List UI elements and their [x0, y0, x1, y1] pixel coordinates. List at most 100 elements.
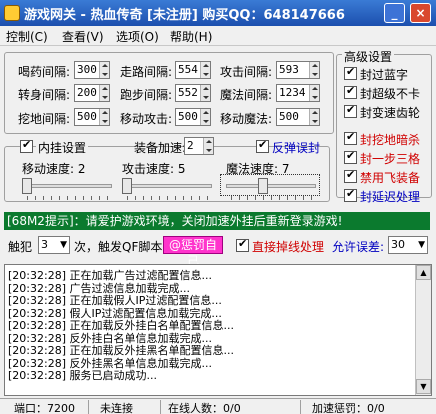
title-bar: 游戏网关 - 热血传奇 [未注册] 购买QQ：648147666 _ × — [0, 0, 436, 26]
anti-miss-checkbox[interactable] — [256, 138, 269, 153]
tolerance-select[interactable]: 30 ▼ — [388, 236, 428, 254]
gear-speed-input[interactable]: 2 — [184, 137, 214, 155]
advanced-checkbox-0[interactable] — [344, 65, 357, 80]
advanced-checkbox-5[interactable] — [344, 168, 357, 183]
move-speed-ticks — [22, 196, 112, 200]
log-scrollbar[interactable]: ▲ ▼ — [415, 265, 431, 395]
advanced-checkbox-4[interactable] — [344, 149, 357, 164]
slider-tick — [183, 196, 184, 200]
move-speed-label: 移动速度: 2 — [22, 162, 86, 176]
log-box[interactable]: [20:32:28] 正在加载广告过滤配置信息... [20:32:28] 广告过… — [4, 264, 432, 396]
advanced-checkbox-1[interactable] — [344, 84, 357, 99]
slider-tick — [295, 196, 296, 200]
magic-speed-slider[interactable] — [258, 178, 268, 194]
advanced-label-6: 封延迟处理 — [360, 190, 421, 204]
script-button[interactable]: @惩罚自己 — [163, 236, 223, 268]
move-attack-label: 移动攻击: — [120, 112, 173, 126]
slider-tick — [263, 196, 264, 200]
scroll-down-icon[interactable]: ▼ — [416, 379, 431, 394]
drop-checkbox[interactable] — [236, 237, 249, 252]
slider-tick — [107, 196, 108, 200]
slider-tick — [159, 196, 160, 200]
move-speed-slider[interactable] — [22, 178, 32, 194]
drink-interval-input[interactable]: 300 — [74, 61, 110, 79]
menu-bar: 控制(C) 查看(V) 选项(O) 帮助(H) — [0, 26, 436, 46]
walk-interval-input[interactable]: 554 — [175, 61, 211, 79]
slider-tick — [279, 196, 280, 200]
menu-options[interactable]: 选项(O) — [116, 28, 159, 45]
trigger-count-select[interactable]: 3 ▼ — [38, 236, 70, 254]
slider-tick — [175, 196, 176, 200]
move-magic-input[interactable]: 500 — [276, 108, 320, 126]
slider-tick — [83, 196, 84, 200]
attack-speed-label: 攻击速度: 5 — [122, 162, 186, 176]
slider-tick — [167, 196, 168, 200]
slider-tick — [75, 196, 76, 200]
magic-speed-track — [226, 184, 316, 188]
advanced-label-4: 封一步三格 — [360, 152, 421, 166]
slider-tick — [247, 196, 248, 200]
attack-speed-track — [122, 184, 212, 188]
advanced-label-5: 禁用飞装备 — [360, 171, 421, 185]
move-magic-label: 移动魔法: — [220, 112, 273, 126]
slider-tick — [287, 196, 288, 200]
window-title: 游戏网关 - 热血传奇 [未注册] 购买QQ：648147666 — [24, 8, 345, 23]
turn-interval-label: 转身间隔: — [18, 88, 71, 102]
slider-tick — [303, 196, 304, 200]
log-line: [20:32:28] 服务已启动成功... — [8, 369, 157, 382]
scroll-up-icon[interactable]: ▲ — [416, 265, 431, 280]
slider-tick — [43, 196, 44, 200]
minimize-button[interactable]: _ — [384, 3, 405, 23]
slider-tick — [35, 196, 36, 200]
run-interval-label: 跑步间隔: — [120, 88, 173, 102]
status-bar: 端口：7200 未连接 在线人数：0/0 加速惩罚：0/0 — [0, 398, 436, 414]
advanced-label-3: 封挖地暗杀 — [360, 133, 421, 147]
advanced-checkbox-2[interactable] — [344, 103, 357, 118]
slider-tick — [99, 196, 100, 200]
tolerance-label: 允许误差: — [332, 240, 385, 254]
menu-control[interactable]: 控制(C) — [6, 28, 48, 45]
notice-bar: [68M2提示]：请爱护游戏环境，关闭加速外挂后重新登录游戏! — [4, 212, 430, 230]
attack-interval-label: 攻击间隔: — [220, 65, 273, 79]
dig-interval-label: 挖地间隔: — [18, 112, 71, 126]
slider-tick — [151, 196, 152, 200]
slider-tick — [271, 196, 272, 200]
magic-interval-input[interactable]: 1234 — [276, 84, 320, 102]
advanced-label-2: 封变速齿轮 — [360, 106, 421, 120]
menu-help[interactable]: 帮助(H) — [170, 28, 212, 45]
magic-interval-label: 魔法间隔: — [220, 88, 273, 102]
status-penalty: 加速惩罚：0/0 — [312, 402, 385, 414]
attack-interval-input[interactable]: 593 — [276, 61, 320, 79]
slider-tick — [91, 196, 92, 200]
magic-speed-ticks — [226, 196, 316, 200]
menu-view[interactable]: 查看(V) — [62, 28, 104, 45]
app-icon — [4, 5, 20, 21]
slider-tick — [135, 196, 136, 200]
dig-interval-input[interactable]: 500 — [74, 108, 110, 126]
close-button[interactable]: × — [410, 3, 431, 23]
slider-tick — [51, 196, 52, 200]
attack-speed-slider[interactable] — [122, 178, 132, 194]
slider-tick — [231, 196, 232, 200]
advanced-checkbox-6[interactable] — [344, 187, 357, 202]
drop-label: 直接掉线处理 — [252, 240, 325, 254]
move-attack-input[interactable]: 500 — [175, 108, 211, 126]
slider-tick — [255, 196, 256, 200]
slider-tick — [59, 196, 60, 200]
drink-interval-label: 喝药间隔: — [18, 65, 71, 79]
plugin-checkbox[interactable] — [20, 138, 33, 153]
slider-tick — [207, 196, 208, 200]
advanced-legend: 高级设置 — [342, 48, 395, 65]
slider-tick — [27, 196, 28, 200]
slider-tick — [67, 196, 68, 200]
advanced-checkbox-3[interactable] — [344, 130, 357, 145]
attack-speed-ticks — [122, 196, 212, 200]
run-interval-input[interactable]: 552 — [175, 84, 211, 102]
turn-interval-input[interactable]: 200 — [74, 84, 110, 102]
slider-tick — [127, 196, 128, 200]
advanced-label-0: 封过蓝字 — [360, 68, 409, 82]
trigger-suffix: 次，触发QF脚本 — [74, 240, 163, 254]
slider-tick — [311, 196, 312, 200]
slider-tick — [191, 196, 192, 200]
advanced-label-1: 封超级不卡 — [360, 87, 421, 101]
